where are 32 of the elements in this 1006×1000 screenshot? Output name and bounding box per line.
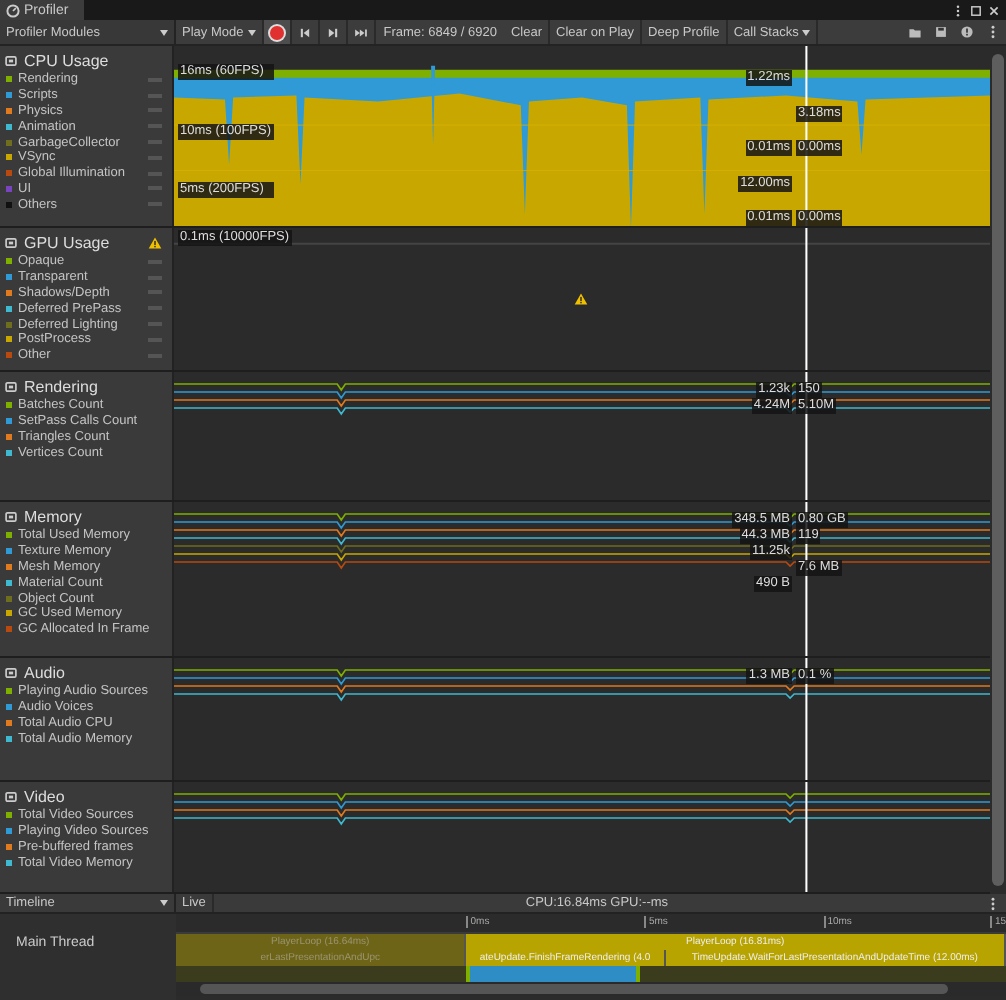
caret-icon	[802, 29, 811, 35]
more-options-icon[interactable]	[986, 24, 1000, 40]
module-title[interactable]: Video	[24, 788, 65, 806]
help-icon[interactable]	[960, 24, 974, 40]
module-icon	[4, 790, 18, 804]
caret-icon	[160, 900, 168, 906]
gauge-icon	[6, 3, 20, 17]
caret-icon	[247, 29, 256, 35]
module-title[interactable]: Memory	[24, 508, 82, 526]
module-title[interactable]: Audio	[24, 664, 65, 682]
module-icon	[4, 380, 18, 394]
maximize-icon[interactable]	[970, 3, 982, 17]
skip-back-icon	[297, 25, 312, 39]
save-icon[interactable]	[934, 24, 948, 40]
fast-forward-icon	[353, 25, 368, 39]
close-icon[interactable]	[988, 3, 1000, 17]
step-forward-icon	[325, 25, 340, 39]
module-icon	[4, 236, 18, 250]
module-title[interactable]: CPU Usage	[24, 52, 109, 70]
module-title[interactable]: Rendering	[24, 378, 98, 396]
module-icon	[4, 510, 18, 524]
module-title[interactable]: GPU Usage	[24, 234, 110, 252]
more-options-icon[interactable]	[986, 895, 1000, 911]
more-options-icon[interactable]	[952, 3, 964, 17]
scrollbar-thumb[interactable]	[992, 54, 1004, 886]
caret-icon	[160, 29, 168, 35]
load-icon[interactable]	[908, 24, 922, 40]
module-icon	[4, 54, 18, 68]
module-icon	[4, 666, 18, 680]
record-button[interactable]	[263, 20, 292, 44]
scrollbar-thumb[interactable]	[200, 984, 948, 994]
sample-bar[interactable]	[466, 966, 641, 982]
